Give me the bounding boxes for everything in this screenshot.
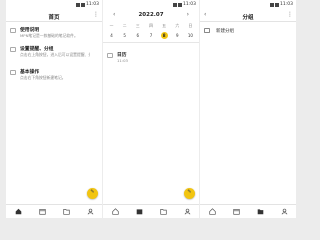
day-cell[interactable]: 6 (131, 32, 144, 39)
signal-icon (81, 3, 85, 7)
day-cell[interactable]: 10 (184, 32, 197, 39)
note-item[interactable]: 基本操作 点击右下角按钮新建笔记。 (10, 68, 92, 82)
more-menu-icon[interactable]: ⋮ (93, 12, 99, 18)
weekday-label: 三 (135, 23, 140, 28)
nav-profile-icon[interactable] (280, 208, 288, 216)
app-bar: 首页 ⋮ (6, 10, 102, 22)
new-group-label: 新建分组 (216, 29, 234, 34)
bottom-nav (6, 204, 102, 218)
nav-home-icon[interactable] (111, 208, 119, 216)
note-subtitle: 点击右上角按钮，进入后可以设置提醒、分组 (20, 51, 90, 57)
day-cell[interactable]: 7 (144, 32, 157, 39)
wifi-icon (76, 3, 80, 7)
status-time: 11:03 (86, 2, 99, 7)
note-icon (10, 70, 16, 75)
day-cell[interactable]: 5 (118, 32, 131, 39)
nav-profile-icon[interactable] (86, 208, 94, 216)
note-item[interactable]: 设置提醒、分组 点击右上角按钮，进入后可以设置提醒、分组 (10, 45, 92, 59)
nav-folder-icon[interactable] (256, 208, 264, 216)
app-bar: ‹ 分组 ⋮ (200, 10, 296, 22)
wifi-icon (270, 3, 274, 7)
status-bar: 11:03 (6, 0, 102, 10)
screens: 11:03 首页 ⋮ 使用说明 MPN笔记是一款基础的笔记软件。 设置提醒、分组… (0, 0, 300, 218)
note-icon (107, 53, 113, 58)
nav-folder-icon[interactable] (62, 208, 70, 216)
month-label: 2022.07 (138, 12, 164, 18)
status-time: 11:03 (183, 2, 196, 7)
home-screen: 11:03 首页 ⋮ 使用说明 MPN笔记是一款基础的笔记软件。 设置提醒、分组… (6, 0, 102, 218)
weekday-label: 日 (188, 23, 193, 28)
bottom-nav (103, 204, 199, 218)
note-icon (10, 28, 16, 33)
nav-folder-icon[interactable] (159, 208, 167, 216)
new-group-button[interactable]: 新建分组 (204, 27, 292, 35)
divider (103, 42, 199, 43)
nav-home-icon[interactable] (14, 208, 22, 216)
calendar-screen: 11:03 ‹ 2022.07 › 一 二 三 四 五 六 日 4 5 6 7 … (103, 0, 199, 218)
signal-icon (275, 3, 279, 7)
weekday-label: 六 (175, 23, 180, 28)
weekday-label: 五 (162, 23, 167, 28)
day-row: 4 5 6 7 8 9 10 (105, 32, 197, 39)
groups-screen: 11:03 ‹ 分组 ⋮ 新建分组 (200, 0, 296, 218)
wifi-icon (173, 3, 177, 7)
status-bar: 11:03 (200, 0, 296, 10)
selected-day-cell[interactable]: 8 (160, 32, 168, 39)
calendar-note-item[interactable]: 日历 11:03 (107, 51, 189, 65)
pencil-icon: ✎ (90, 189, 95, 195)
page-title: 分组 (242, 15, 254, 21)
note-time: 11:03 (117, 57, 128, 63)
next-month-icon[interactable]: › (187, 12, 189, 18)
pencil-icon: ✎ (187, 189, 192, 195)
weekday-label: 一 (109, 23, 114, 28)
more-menu-icon[interactable]: ⋮ (287, 12, 293, 18)
day-cell[interactable]: 4 (105, 32, 118, 39)
signal-icon (178, 3, 182, 7)
weekday-label: 二 (122, 23, 127, 28)
nav-home-icon[interactable] (208, 208, 216, 216)
calendar-header: ‹ 2022.07 › (103, 12, 199, 20)
note-subtitle: 点击右下角按钮新建笔记。 (20, 74, 66, 80)
new-note-button[interactable]: ✎ (87, 188, 98, 199)
nav-calendar-icon[interactable] (135, 208, 143, 216)
weekday-row: 一 二 三 四 五 六 日 (105, 23, 197, 29)
page-title: 首页 (48, 15, 60, 21)
bottom-nav (200, 204, 296, 218)
folder-add-icon (204, 28, 210, 33)
nav-calendar-icon[interactable] (232, 208, 240, 216)
day-cell[interactable]: 9 (171, 32, 184, 39)
weekday-label: 四 (149, 23, 153, 28)
note-subtitle: MPN笔记是一款基础的笔记软件。 (20, 32, 78, 38)
nav-calendar-icon[interactable] (38, 208, 46, 216)
status-time: 11:03 (280, 2, 293, 7)
new-note-button[interactable]: ✎ (184, 188, 195, 199)
note-item[interactable]: 使用说明 MPN笔记是一款基础的笔记软件。 (10, 26, 92, 40)
nav-profile-icon[interactable] (183, 208, 191, 216)
status-bar: 11:03 (103, 0, 199, 10)
note-icon (10, 47, 16, 52)
